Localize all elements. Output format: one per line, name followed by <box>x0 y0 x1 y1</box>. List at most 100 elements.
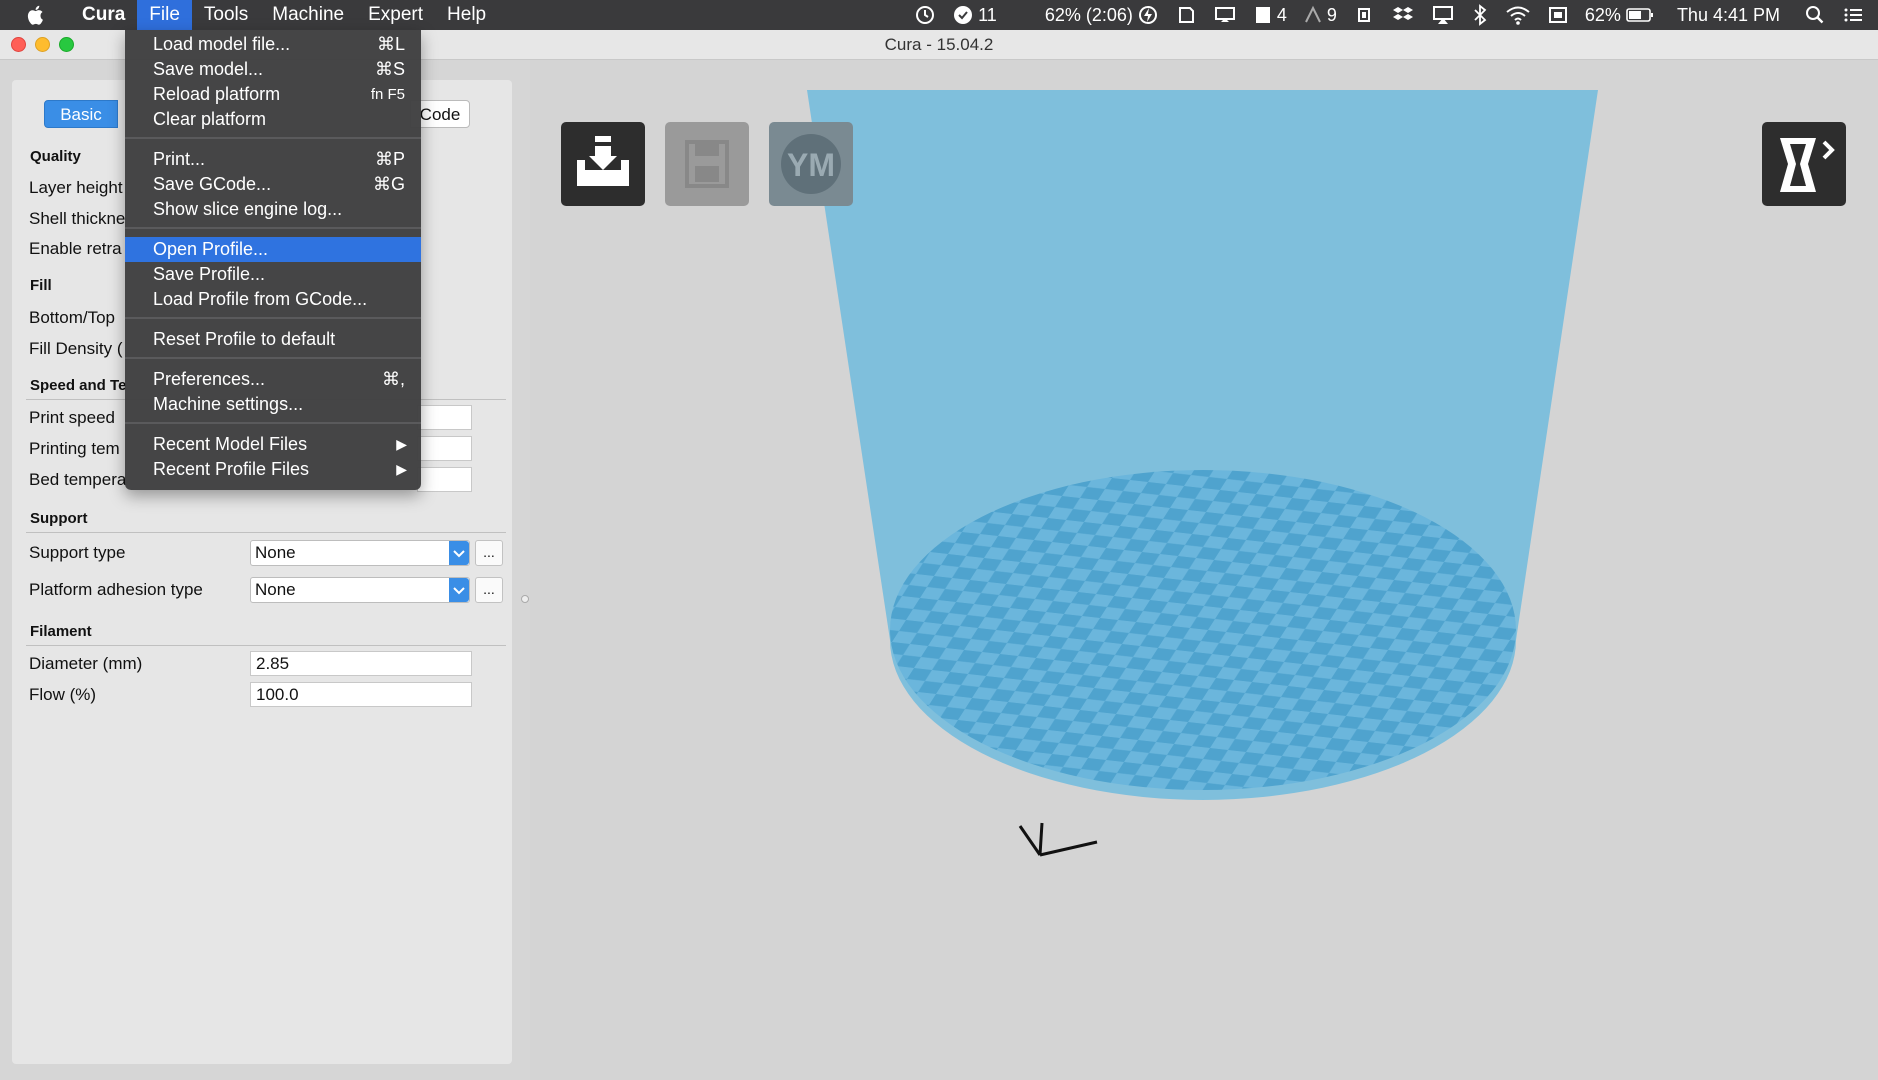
spotlight-search-icon[interactable] <box>1804 4 1826 26</box>
app-badge-b[interactable]: 9 <box>1303 4 1337 26</box>
label-layer-height: Layer height <box>29 178 123 197</box>
shortcut-label: fn F5 <box>370 86 405 103</box>
view-mode-button[interactable] <box>1762 122 1846 206</box>
menu-item-save-model[interactable]: Save model... ⌘S <box>125 57 421 82</box>
menu-item-load-model[interactable]: Load model file... ⌘L <box>125 32 421 57</box>
menu-item-label: Save GCode... <box>153 174 272 194</box>
menu-item-open-profile[interactable]: Open Profile... <box>125 237 421 262</box>
youmagine-button[interactable]: YM <box>769 122 853 206</box>
menu-item-machine-settings[interactable]: Machine settings... <box>125 392 421 417</box>
battery-estimate-text: 62% (2:06) <box>1044 4 1133 25</box>
status-bar: 11 62% (2:06) 4 9 62% Thu 4:41 PM <box>906 0 1878 30</box>
shortcut-label: ⌘S <box>374 59 405 79</box>
badge-a-count: 4 <box>1276 4 1287 25</box>
apple-logo-icon[interactable] <box>24 3 48 27</box>
file-menu: Load model file... ⌘L Save model... ⌘S R… <box>125 30 421 490</box>
load-model-icon <box>577 136 629 186</box>
print-speed-field[interactable] <box>417 405 472 430</box>
dropbox-icon[interactable] <box>1391 4 1415 26</box>
section-divider <box>26 645 506 646</box>
menu-item-label: Open Profile... <box>153 239 269 259</box>
menu-item-preferences[interactable]: Preferences... ⌘, <box>125 367 421 392</box>
menu-separator <box>125 357 421 359</box>
time-machine-icon[interactable] <box>914 4 936 26</box>
menu-bar: Cura File Tools Machine Expert Help 11 6… <box>0 0 1878 30</box>
label-platform-adhesion: Platform adhesion type <box>29 580 203 599</box>
menu-item-print[interactable]: Print... ⌘P <box>125 147 421 172</box>
wifi-icon[interactable] <box>1505 4 1531 26</box>
bluetooth-icon[interactable] <box>1471 4 1489 26</box>
support-type-select[interactable]: None <box>250 540 470 566</box>
battery-icon <box>1626 8 1653 22</box>
menu-item-recent-model-files[interactable]: Recent Model Files ▶ <box>125 432 421 457</box>
save-toolpath-icon <box>685 140 729 188</box>
power-bolt-icon <box>1138 6 1157 24</box>
section-speed-temperature: Speed and Te <box>30 377 127 394</box>
notes-icon[interactable] <box>1175 4 1197 26</box>
menu-item-label: Save Profile... <box>153 264 266 284</box>
support-type-value: None <box>255 543 296 562</box>
notification-center-icon[interactable] <box>1842 4 1864 26</box>
text-icon <box>1304 5 1321 23</box>
badge-b-count: 9 <box>1326 4 1337 25</box>
platform-adhesion-value: None <box>255 580 296 599</box>
panel-resize-handle[interactable] <box>521 595 529 603</box>
airplay-icon[interactable] <box>1431 4 1455 26</box>
battery-estimate[interactable]: 62% (2:06) <box>1045 4 1159 26</box>
menu-item-show-slice-log[interactable]: Show slice engine log... <box>125 197 421 222</box>
3d-viewport[interactable]: YM <box>530 60 1878 1080</box>
menu-item-reset-profile[interactable]: Reset Profile to default <box>125 327 421 352</box>
menu-item-label: Load model file... <box>153 34 291 54</box>
keyboard-icon[interactable] <box>1547 4 1569 26</box>
label-printing-temperature: Printing tem <box>29 439 120 458</box>
axis-gizmo-icon <box>1018 822 1098 857</box>
menu-help[interactable]: Help <box>435 0 498 30</box>
menu-expert[interactable]: Expert <box>356 0 435 30</box>
app-badge-a[interactable]: 4 <box>1253 4 1287 26</box>
load-model-button[interactable] <box>561 122 645 206</box>
chip-icon[interactable] <box>1353 4 1375 26</box>
menu-item-label: Print... <box>153 149 206 169</box>
section-fill: Fill <box>30 277 52 294</box>
menu-item-clear-platform[interactable]: Clear platform <box>125 107 421 132</box>
document-icon <box>1255 7 1270 23</box>
support-type-options-button[interactable]: ... <box>475 540 503 566</box>
label-print-speed: Print speed <box>29 408 115 427</box>
clock[interactable]: Thu 4:41 PM <box>1677 5 1780 26</box>
label-bed-temperature: Bed tempera <box>29 470 127 489</box>
app-menu[interactable]: Cura <box>70 0 137 30</box>
display-icon[interactable] <box>1213 4 1237 26</box>
tab-basic[interactable]: Basic <box>44 100 118 128</box>
bed-temperature-field[interactable] <box>417 467 472 492</box>
menu-item-label: Recent Profile Files <box>153 459 310 479</box>
notification-status[interactable]: 11 <box>952 4 997 26</box>
menu-item-save-gcode[interactable]: Save GCode... ⌘G <box>125 172 421 197</box>
platform-adhesion-select[interactable]: None <box>250 577 470 603</box>
section-support: Support <box>30 510 88 527</box>
menu-item-label: Reload platform <box>153 84 281 104</box>
menu-item-label: Load Profile from GCode... <box>153 289 368 309</box>
printing-temperature-field[interactable] <box>417 436 472 461</box>
flow-input[interactable]: 100.0 <box>250 682 472 707</box>
menu-separator <box>125 422 421 424</box>
build-volume-render <box>807 90 1598 857</box>
menu-machine[interactable]: Machine <box>260 0 356 30</box>
menu-tools[interactable]: Tools <box>192 0 260 30</box>
menu-item-save-profile[interactable]: Save Profile... <box>125 262 421 287</box>
shortcut-label: ⌘P <box>374 149 405 169</box>
save-toolpath-button[interactable] <box>665 122 749 206</box>
diameter-input[interactable]: 2.85 <box>250 651 472 676</box>
menu-item-label: Reset Profile to default <box>153 329 336 349</box>
section-quality: Quality <box>30 148 81 165</box>
menu-item-label: Show slice engine log... <box>153 199 343 219</box>
label-fill-density: Fill Density ( <box>29 339 123 358</box>
label-flow: Flow (%) <box>29 685 97 704</box>
menu-item-load-profile-gcode[interactable]: Load Profile from GCode... <box>125 287 421 312</box>
platform-adhesion-options-button[interactable]: ... <box>475 577 503 603</box>
battery-status[interactable]: 62% <box>1585 4 1655 26</box>
menu-file[interactable]: File <box>137 0 192 30</box>
menu-separator <box>125 317 421 319</box>
shortcut-label: ⌘G <box>372 174 405 194</box>
menu-item-recent-profile-files[interactable]: Recent Profile Files ▶ <box>125 457 421 482</box>
menu-item-reload-platform[interactable]: Reload platform fn F5 <box>125 82 421 107</box>
